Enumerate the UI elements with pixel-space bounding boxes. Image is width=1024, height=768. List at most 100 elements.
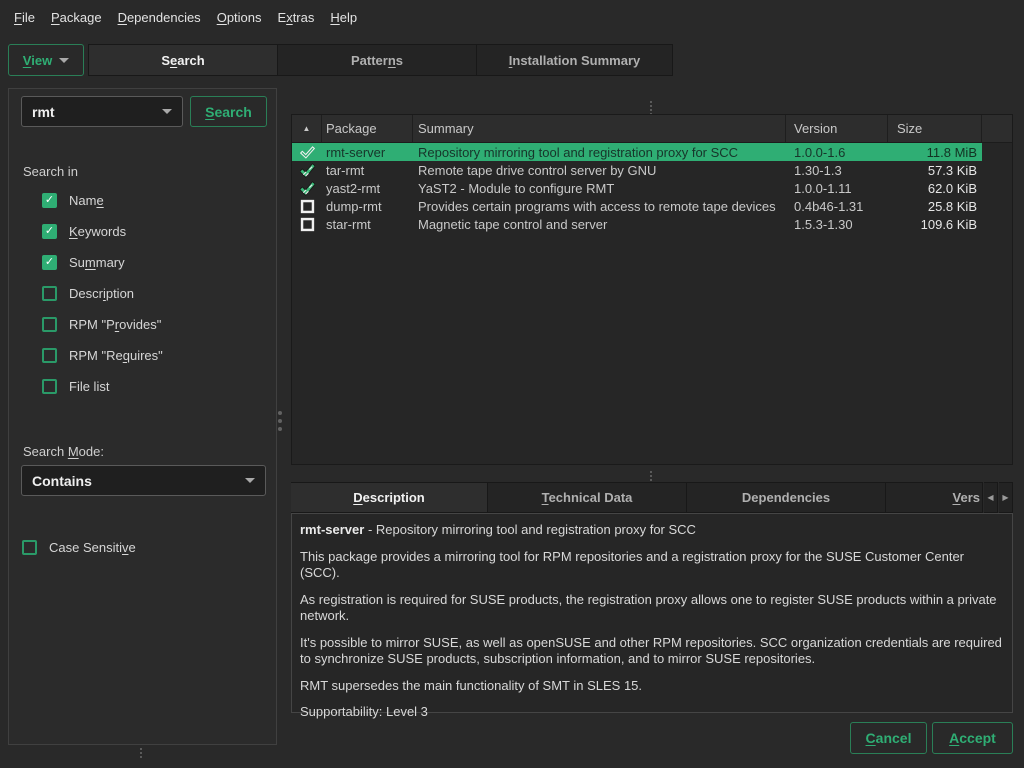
package-column-header[interactable]: Package: [322, 115, 413, 142]
package-status-cell[interactable]: [292, 161, 322, 179]
tab-scroll-left-button[interactable]: ◀: [984, 482, 998, 513]
search-query-value: rmt: [32, 104, 55, 120]
main-tab-label: Patterns: [351, 53, 403, 68]
package-version-cell: 1.30-1.3: [786, 163, 888, 178]
menu-item[interactable]: Dependencies: [110, 10, 209, 25]
checkbox[interactable]: [42, 255, 57, 270]
package-name-cell: star-rmt: [322, 217, 413, 232]
checkbox[interactable]: [42, 193, 57, 208]
not-installed-status-icon: [300, 217, 315, 232]
main-tab-bar: Search Patterns Installation Summary: [88, 44, 673, 76]
search-query-combobox[interactable]: rmt: [21, 96, 183, 127]
chevron-down-icon: [245, 478, 255, 483]
checkbox[interactable]: [42, 317, 57, 332]
package-status-cell[interactable]: [292, 215, 322, 233]
package-summary-cell: Remote tape drive control server by GNU: [413, 163, 786, 178]
main-tab[interactable]: Patterns: [278, 44, 477, 76]
search-button-label: Search: [205, 104, 252, 120]
description-paragraph: As registration is required for SUSE pro…: [300, 592, 1004, 625]
package-row[interactable]: rmt-server Repository mirroring tool and…: [292, 143, 982, 161]
filter-checkbox-label: Description: [69, 286, 134, 301]
main-tab[interactable]: Search: [88, 44, 278, 76]
package-name-cell: yast2-rmt: [322, 181, 413, 196]
package-size-cell: 62.0 KiB: [888, 181, 982, 196]
package-name-cell: dump-rmt: [322, 199, 413, 214]
size-column-header[interactable]: Size: [888, 115, 982, 142]
detail-tab-label: Dependencies: [742, 490, 830, 505]
cancel-button[interactable]: Cancel: [850, 722, 927, 754]
splitter-handle[interactable]: [140, 747, 142, 759]
checkbox[interactable]: [42, 379, 57, 394]
view-button[interactable]: View: [8, 44, 84, 76]
detail-tab-bar: Description Technical Data Dependencies …: [291, 482, 983, 513]
summary-column-header[interactable]: Summary: [413, 115, 786, 142]
filter-checkbox-row[interactable]: Keywords: [42, 216, 262, 247]
search-button[interactable]: Search: [190, 96, 267, 127]
main-tab[interactable]: Installation Summary: [477, 44, 673, 76]
package-size-cell: 11.8 MiB: [888, 145, 982, 160]
package-row[interactable]: tar-rmt Remote tape drive control server…: [292, 161, 982, 179]
package-name-cell: tar-rmt: [322, 163, 413, 178]
menu-item[interactable]: Extras: [270, 10, 323, 25]
checkbox[interactable]: [22, 540, 37, 555]
main-tab-label: Search: [161, 53, 204, 68]
filter-checkbox-row[interactable]: File list: [42, 371, 262, 402]
package-version-cell: 1.0.0-1.11: [786, 181, 888, 196]
package-row[interactable]: dump-rmt Provides certain programs with …: [292, 197, 982, 215]
detail-tab[interactable]: Technical Data: [488, 482, 687, 513]
case-sensitive-label: Case Sensitive: [49, 540, 136, 555]
case-sensitive-row[interactable]: Case Sensitive: [22, 532, 262, 563]
filter-checkbox-label: Name: [69, 193, 104, 208]
package-summary-cell: YaST2 - Module to configure RMT: [413, 181, 786, 196]
package-summary-cell: Repository mirroring tool and registrati…: [413, 145, 786, 160]
package-size-cell: 25.8 KiB: [888, 199, 982, 214]
detail-tab[interactable]: Dependencies: [687, 482, 886, 513]
filter-checkbox-label: RPM "Provides": [69, 317, 161, 332]
package-row[interactable]: star-rmt Magnetic tape control and serve…: [292, 215, 982, 233]
detail-tab[interactable]: Vers: [886, 482, 983, 513]
not-installed-status-icon: [300, 199, 315, 214]
package-table: ▲ Package Summary Version Size: [291, 114, 1013, 465]
filter-checkbox-row[interactable]: Name: [42, 185, 262, 216]
description-package-name: rmt-server: [300, 522, 364, 537]
description-paragraph: Supportability: Level 3: [300, 704, 1004, 721]
view-button-label: View: [23, 53, 52, 68]
accept-button[interactable]: Accept: [932, 722, 1013, 754]
package-version-cell: 0.4b46-1.31: [786, 199, 888, 214]
search-mode-combobox[interactable]: Contains: [21, 465, 266, 496]
description-headline: rmt-server - Repository mirroring tool a…: [300, 522, 1004, 539]
status-column-header[interactable]: ▲: [292, 115, 322, 142]
description-paragraph: This package provides a mirroring tool f…: [300, 549, 1004, 582]
filter-checkbox-row[interactable]: Summary: [42, 247, 262, 278]
filter-checkbox-row[interactable]: RPM "Requires": [42, 340, 262, 371]
package-status-cell[interactable]: [292, 179, 322, 197]
autoinstall-status-icon: [300, 163, 315, 178]
checkbox[interactable]: [42, 348, 57, 363]
filter-checkbox-row[interactable]: Description: [42, 278, 262, 309]
package-row[interactable]: yast2-rmt YaST2 - Module to configure RM…: [292, 179, 982, 197]
package-status-cell[interactable]: [292, 143, 322, 161]
main-tab-label: Installation Summary: [509, 53, 641, 68]
splitter-handle[interactable]: [278, 409, 282, 433]
version-column-header[interactable]: Version: [786, 115, 888, 142]
menu-item[interactable]: Help: [322, 10, 365, 25]
chevron-down-icon: [162, 109, 172, 114]
chevron-left-icon: ◀: [987, 493, 993, 502]
tab-scroll-right-button[interactable]: ▶: [999, 482, 1013, 513]
package-status-cell[interactable]: [292, 197, 322, 215]
accept-button-label: Accept: [949, 730, 996, 746]
package-size-cell: 57.3 KiB: [888, 163, 982, 178]
filter-checkbox-label: File list: [69, 379, 109, 394]
detail-tab-label: Vers: [953, 490, 981, 505]
detail-tab[interactable]: Description: [291, 482, 488, 513]
checkbox[interactable]: [42, 286, 57, 301]
detail-tab-label: Description: [353, 490, 425, 505]
search-in-label: Search in: [23, 164, 78, 179]
menu-item[interactable]: Package: [43, 10, 110, 25]
menu-item[interactable]: Options: [209, 10, 270, 25]
cancel-button-label: Cancel: [866, 730, 912, 746]
filter-checkbox-row[interactable]: RPM "Provides": [42, 309, 262, 340]
checkbox[interactable]: [42, 224, 57, 239]
menu-item[interactable]: File: [6, 10, 43, 25]
install-status-icon: [300, 145, 315, 160]
